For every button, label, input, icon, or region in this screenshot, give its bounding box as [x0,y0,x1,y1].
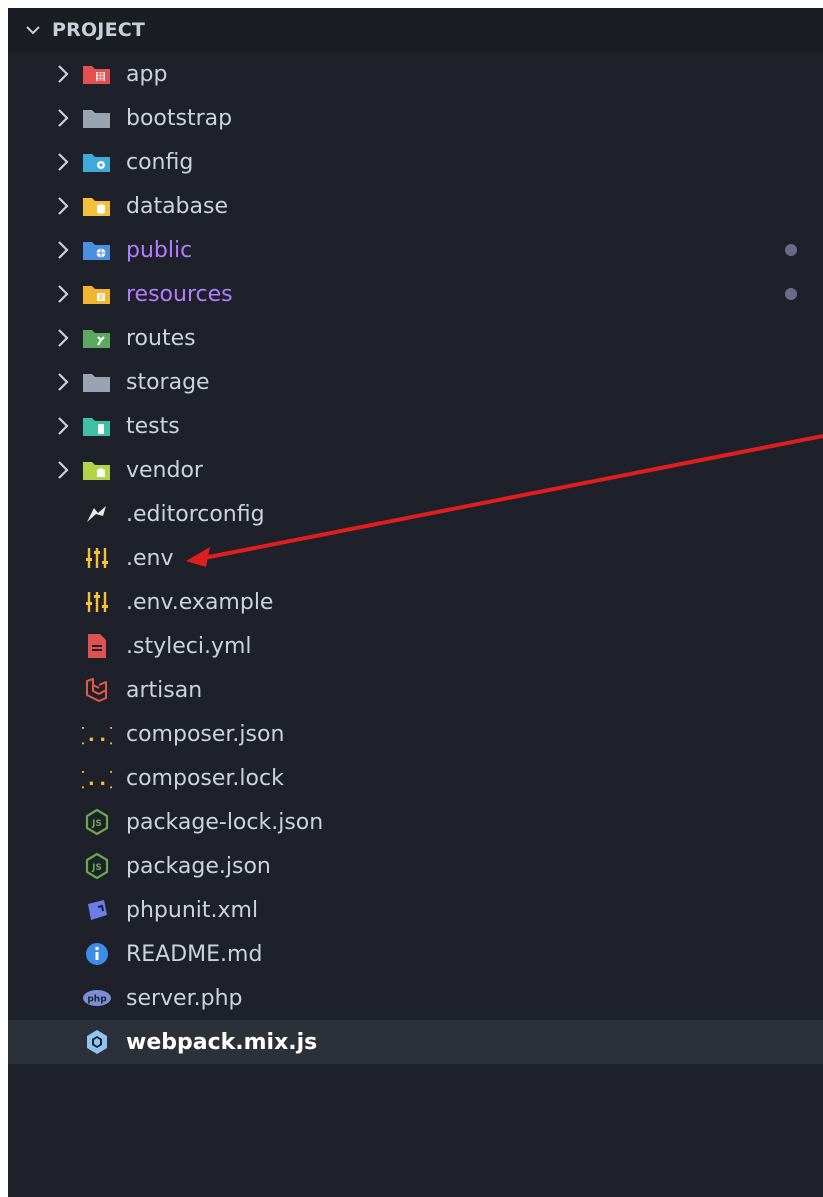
svg-text:JS: JS [91,819,102,829]
tree-item-label: artisan [126,677,203,703]
info-icon [82,942,112,966]
chevron-right-icon [52,371,74,393]
tree-file-webpack.mix.js[interactable]: webpack.mix.js [8,1020,823,1064]
env-icon [82,546,112,570]
tree-item-label: .env.example [126,589,274,615]
tree-file-dot-styleci.yml[interactable]: .styleci.yml [8,624,823,668]
nodejs-icon: JS [82,853,112,879]
webpack-icon [82,1030,112,1054]
explorer-section-title: PROJECT [52,19,146,41]
config-folder-icon [82,150,112,174]
chevron-right-icon [52,151,74,173]
tree-item-label: composer.lock [126,765,284,791]
tree-item-label: app [126,61,168,87]
tree-item-label: server.php [126,985,243,1011]
routes-folder-icon [82,326,112,350]
tree-file-dot-env[interactable]: .env [8,536,823,580]
tree-file-dot-env.example[interactable]: .env.example [8,580,823,624]
tree-item-label: database [126,193,228,219]
tree-folder-tests[interactable]: tests [8,404,823,448]
tree-folder-app[interactable]: app [8,52,823,96]
chevron-right-icon [52,195,74,217]
chevron-right-icon [52,283,74,305]
laravel-icon [82,678,112,702]
chevron-right-icon [52,415,74,437]
tree-item-label: resources [126,281,233,307]
tree-folder-config[interactable]: config [8,140,823,184]
tree-item-label: tests [126,413,180,439]
svg-text:{..}: {..} [82,724,112,746]
svg-text:{..}: {..} [82,768,112,790]
tree-folder-storage[interactable]: storage [8,360,823,404]
tree-folder-routes[interactable]: routes [8,316,823,360]
chevron-right-icon [52,107,74,129]
svg-text:php: php [87,995,107,1005]
tree-folder-vendor[interactable]: vendor [8,448,823,492]
file-tree: app bootstrap config database public resource… [8,52,823,1064]
tree-item-label: storage [126,369,210,395]
tree-folder-bootstrap[interactable]: bootstrap [8,96,823,140]
tree-item-label: public [126,237,193,263]
public-folder-icon [82,238,112,262]
tree-item-label: .env [126,545,174,571]
tests-folder-icon [82,414,112,438]
tree-item-label: routes [126,325,196,351]
tree-file-artisan[interactable]: artisan [8,668,823,712]
tree-item-label: config [126,149,194,175]
tree-item-label: .editorconfig [126,501,265,527]
editorconfig-icon [82,502,112,526]
yaml-icon [82,634,112,658]
file-explorer: PROJECT app bootstrap config database public… [8,8,823,1197]
tree-item-label: .styleci.yml [126,633,252,659]
tree-file-package.json[interactable]: JS package.json [8,844,823,888]
chevron-right-icon [52,459,74,481]
folder-icon [82,370,112,394]
modified-indicator-dot [785,288,797,300]
vendor-folder-icon [82,458,112,482]
tree-item-label: package.json [126,853,271,879]
php-icon: php [82,986,112,1010]
chevron-right-icon [52,63,74,85]
tree-item-label: webpack.mix.js [126,1029,318,1055]
tree-folder-resources[interactable]: resources [8,272,823,316]
database-folder-icon [82,194,112,218]
tree-item-label: bootstrap [126,105,233,131]
tree-file-composer.json[interactable]: {..} composer.json [8,712,823,756]
app-folder-icon [82,62,112,86]
explorer-section-header[interactable]: PROJECT [8,8,823,52]
chevron-right-icon [52,327,74,349]
json-braces-icon: {..} [82,722,112,746]
tree-file-README.md[interactable]: README.md [8,932,823,976]
tree-item-label: vendor [126,457,203,483]
folder-icon [82,106,112,130]
nodejs-icon: JS [82,809,112,835]
svg-text:JS: JS [91,863,102,873]
resources-folder-icon [82,282,112,306]
tree-item-label: package-lock.json [126,809,324,835]
env-icon [82,590,112,614]
modified-indicator-dot [785,244,797,256]
tree-file-dot-editorconfig[interactable]: .editorconfig [8,492,823,536]
tree-item-label: phpunit.xml [126,897,259,923]
tree-folder-database[interactable]: database [8,184,823,228]
tree-file-package-lock.json[interactable]: JS package-lock.json [8,800,823,844]
chevron-down-icon [22,19,44,41]
tree-file-composer.lock[interactable]: {..} composer.lock [8,756,823,800]
json-braces-icon: {..} [82,766,112,790]
chevron-right-icon [52,239,74,261]
tree-item-label: README.md [126,941,263,967]
tree-item-label: composer.json [126,721,285,747]
phpunit-icon [82,898,112,922]
tree-file-phpunit.xml[interactable]: phpunit.xml [8,888,823,932]
tree-folder-public[interactable]: public [8,228,823,272]
tree-file-server.php[interactable]: php server.php [8,976,823,1020]
